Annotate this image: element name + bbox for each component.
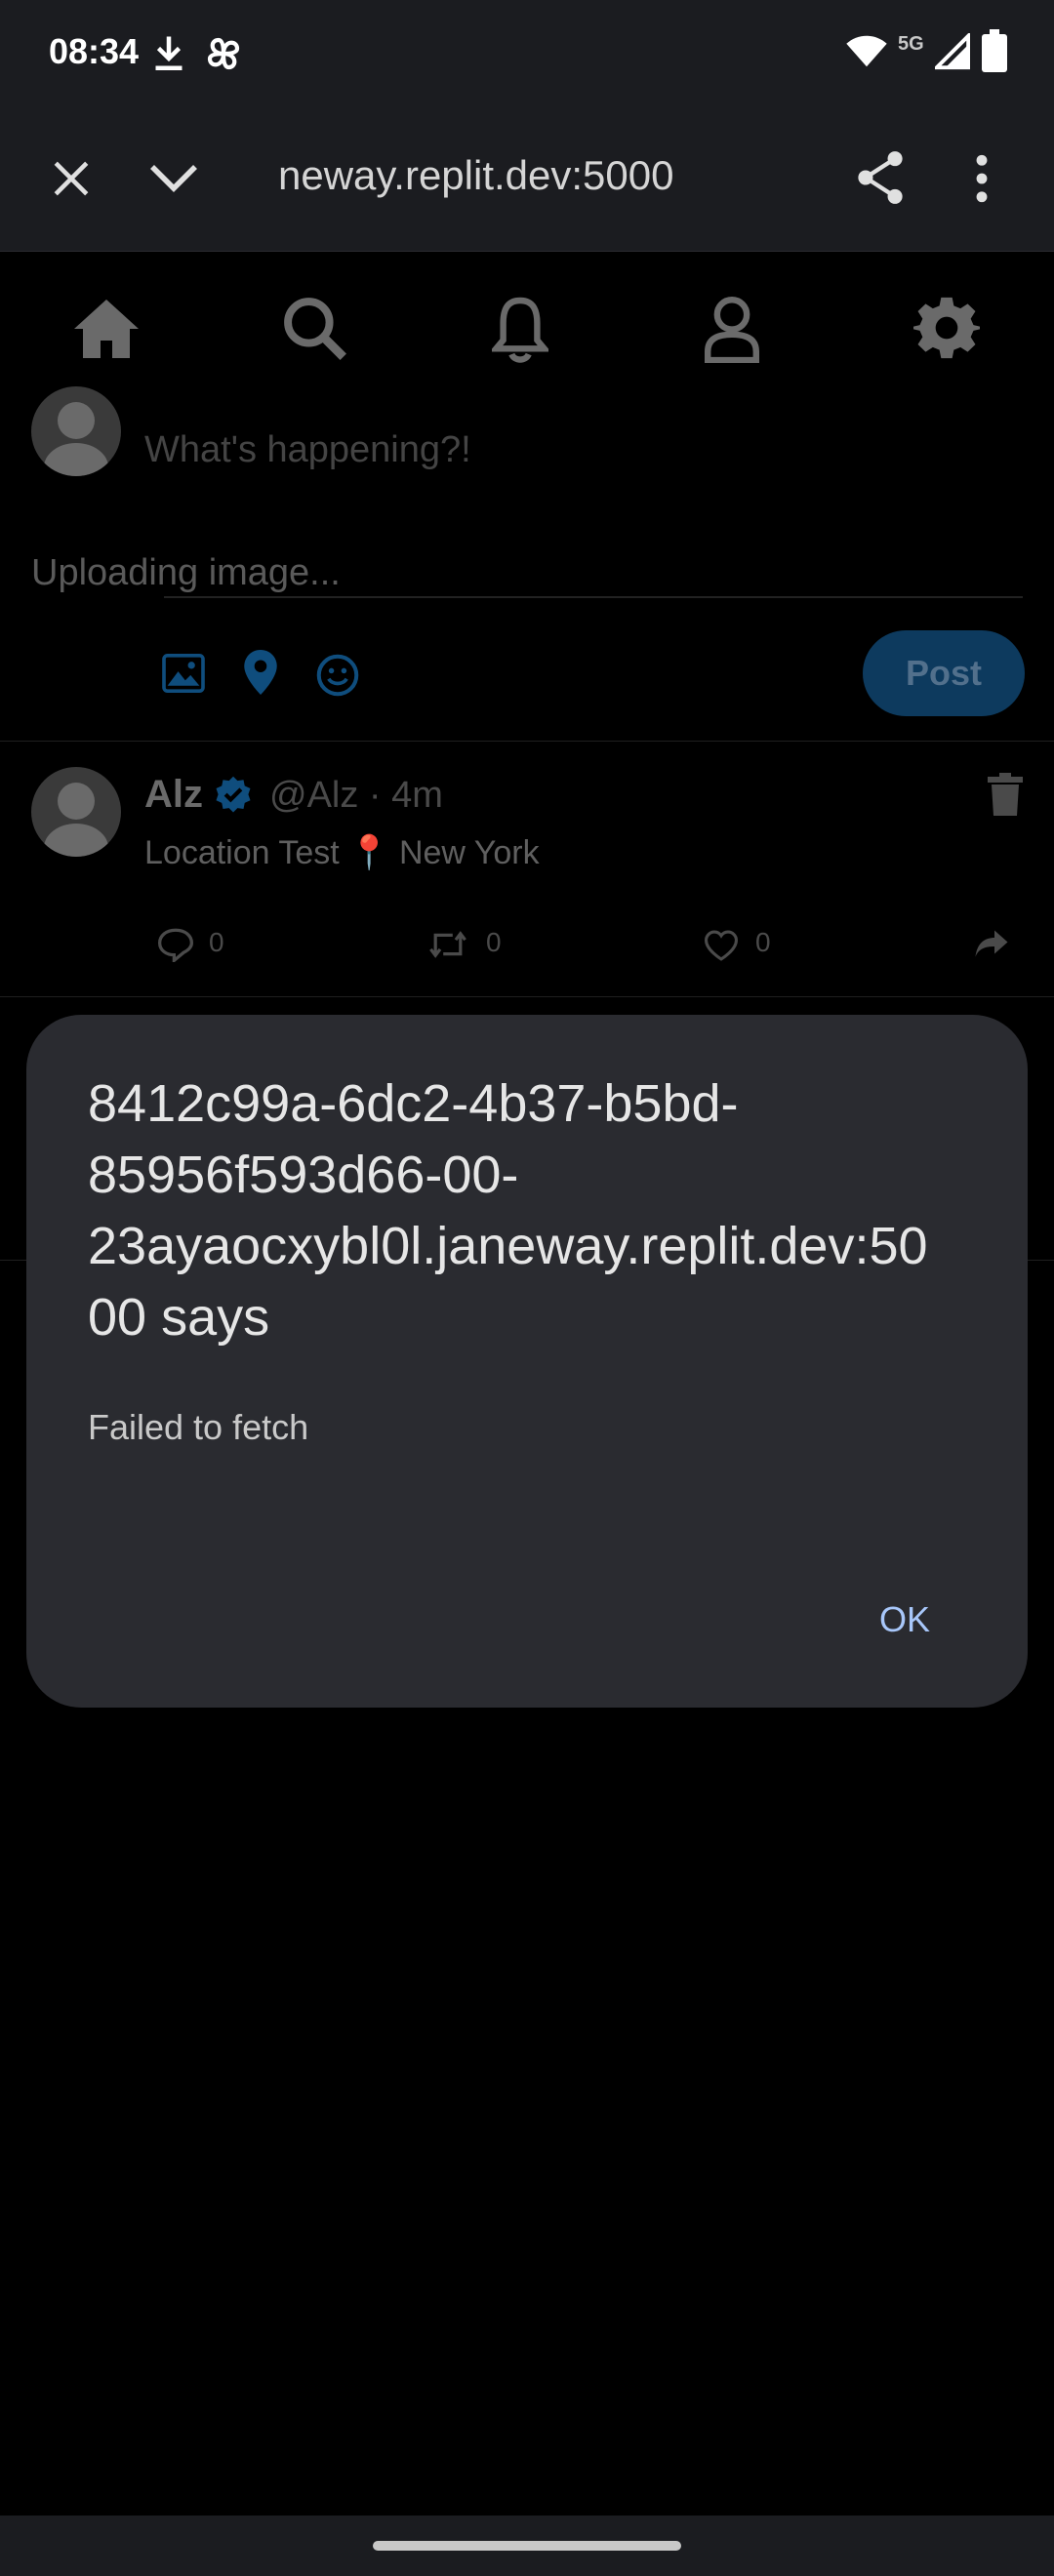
alert-dialog: 8412c99a-6dc2-4b37-b5bd-85956f593d66-00-… — [26, 1015, 1028, 1708]
dialog-message: Failed to fetch — [88, 1407, 309, 1447]
network-label: 5G — [898, 33, 924, 55]
gesture-area — [0, 2516, 1054, 2576]
home-gesture-handle[interactable] — [373, 2541, 681, 2551]
more-vert-icon[interactable] — [972, 154, 992, 203]
signal-icon — [935, 33, 970, 70]
url-bar[interactable]: neway.replit.dev:5000 — [278, 152, 688, 199]
share-icon[interactable] — [855, 150, 906, 205]
status-time: 08:34 — [49, 31, 140, 71]
close-icon[interactable] — [51, 158, 92, 199]
battery-icon — [982, 29, 1007, 72]
wifi-icon — [846, 35, 887, 67]
chevron-down-icon[interactable] — [148, 162, 199, 195]
dialog-title: 8412c99a-6dc2-4b37-b5bd-85956f593d66-00-… — [88, 1074, 928, 1347]
ok-button[interactable]: OK — [846, 1581, 963, 1659]
pinwheel-icon — [207, 37, 240, 70]
status-bar: 08:34 5G — [0, 0, 1054, 107]
download-icon — [155, 36, 182, 70]
browser-toolbar: neway.replit.dev:5000 — [0, 107, 1054, 252]
